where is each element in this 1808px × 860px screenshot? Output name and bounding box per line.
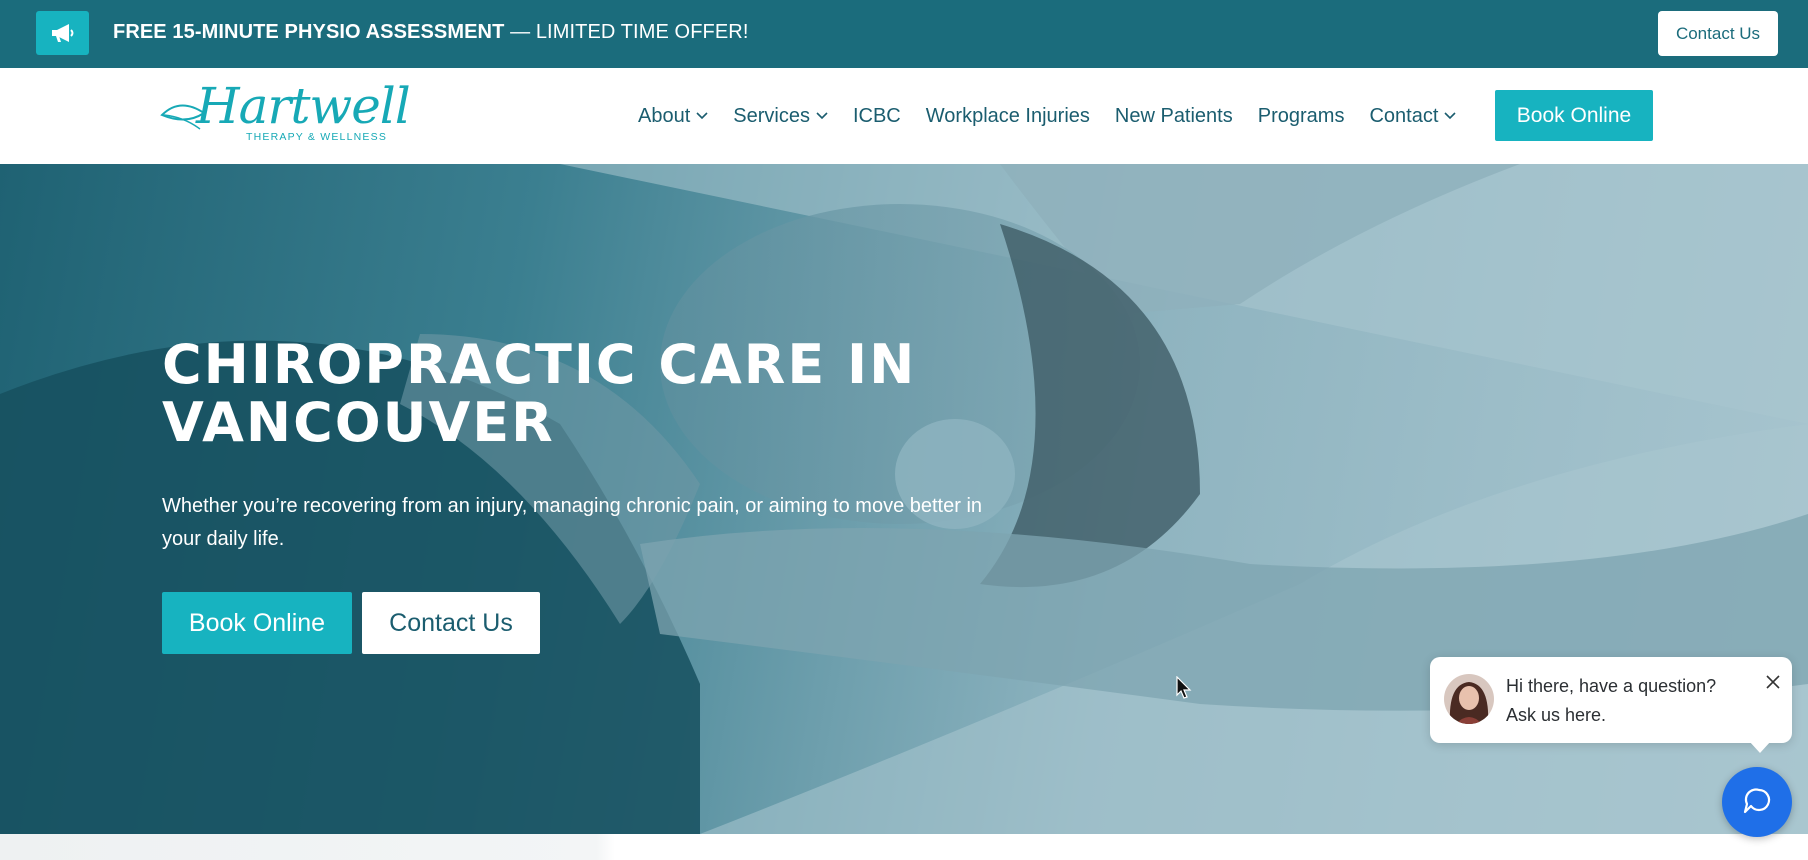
chat-bubble-tail (1749, 741, 1771, 753)
chevron-down-icon (696, 112, 708, 120)
site-header: Hartwell THERAPY & WELLNESS About Servic… (0, 68, 1808, 164)
megaphone-icon (36, 11, 89, 55)
announcement-headline: FREE 15-MINUTE PHYSIO ASSESSMENT (113, 21, 505, 43)
hero-title: CHIROPRACTIC CARE IN VANCOUVER (162, 333, 917, 454)
announcement-text: FREE 15-MINUTE PHYSIO ASSESSMENT — LIMIT… (113, 21, 749, 44)
chat-launcher-button[interactable] (1722, 767, 1792, 837)
nav-item-label: New Patients (1114, 104, 1233, 127)
nav-item-icbc[interactable]: ICBC (853, 105, 901, 128)
nav-item-label: Programs (1257, 104, 1345, 127)
announcement-tagline: — LIMITED TIME OFFER! (504, 21, 749, 43)
chat-agent-avatar (1444, 674, 1494, 724)
mouse-cursor-icon (1176, 676, 1192, 699)
nav-item-programs[interactable]: Programs (1258, 105, 1345, 128)
header-book-online-button[interactable]: Book Online (1495, 90, 1653, 141)
nav-item-services[interactable]: Services (733, 105, 828, 128)
chat-prompt-bubble[interactable]: Hi there, have a question? Ask us here. (1430, 657, 1792, 753)
next-section-edge (0, 834, 1808, 860)
announcement-bar: FREE 15-MINUTE PHYSIO ASSESSMENT — LIMIT… (0, 0, 1808, 68)
chat-icon (1743, 788, 1771, 814)
logo-tagline: THERAPY & WELLNESS (246, 131, 388, 143)
chevron-down-icon (1444, 112, 1456, 120)
nav-item-workplace-injuries[interactable]: Workplace Injuries (926, 105, 1090, 128)
nav-item-contact[interactable]: Contact (1369, 105, 1456, 128)
topbar-contact-button[interactable]: Contact Us (1658, 11, 1778, 56)
logo[interactable]: Hartwell THERAPY & WELLNESS (160, 77, 411, 153)
nav-item-label: Workplace Injuries (925, 104, 1090, 127)
chat-message: Hi there, have a question? Ask us here. (1506, 676, 1717, 725)
hero-book-online-button[interactable]: Book Online (162, 592, 352, 654)
main-nav: About Services ICBC Workplace Injuries N… (638, 68, 1481, 164)
nav-item-label: Contact (1369, 104, 1439, 127)
logo-name: Hartwell (196, 77, 411, 135)
nav-item-new-patients[interactable]: New Patients (1115, 105, 1233, 128)
nav-item-label: ICBC (852, 104, 901, 127)
nav-item-about[interactable]: About (638, 105, 708, 128)
nav-item-label: Services (733, 104, 810, 127)
nav-item-label: About (638, 104, 691, 127)
chevron-down-icon (816, 112, 828, 120)
hero-contact-button[interactable]: Contact Us (362, 592, 540, 654)
hero-subtitle: Whether you’re recovering from an injury… (162, 495, 983, 550)
close-icon[interactable] (1764, 673, 1782, 691)
